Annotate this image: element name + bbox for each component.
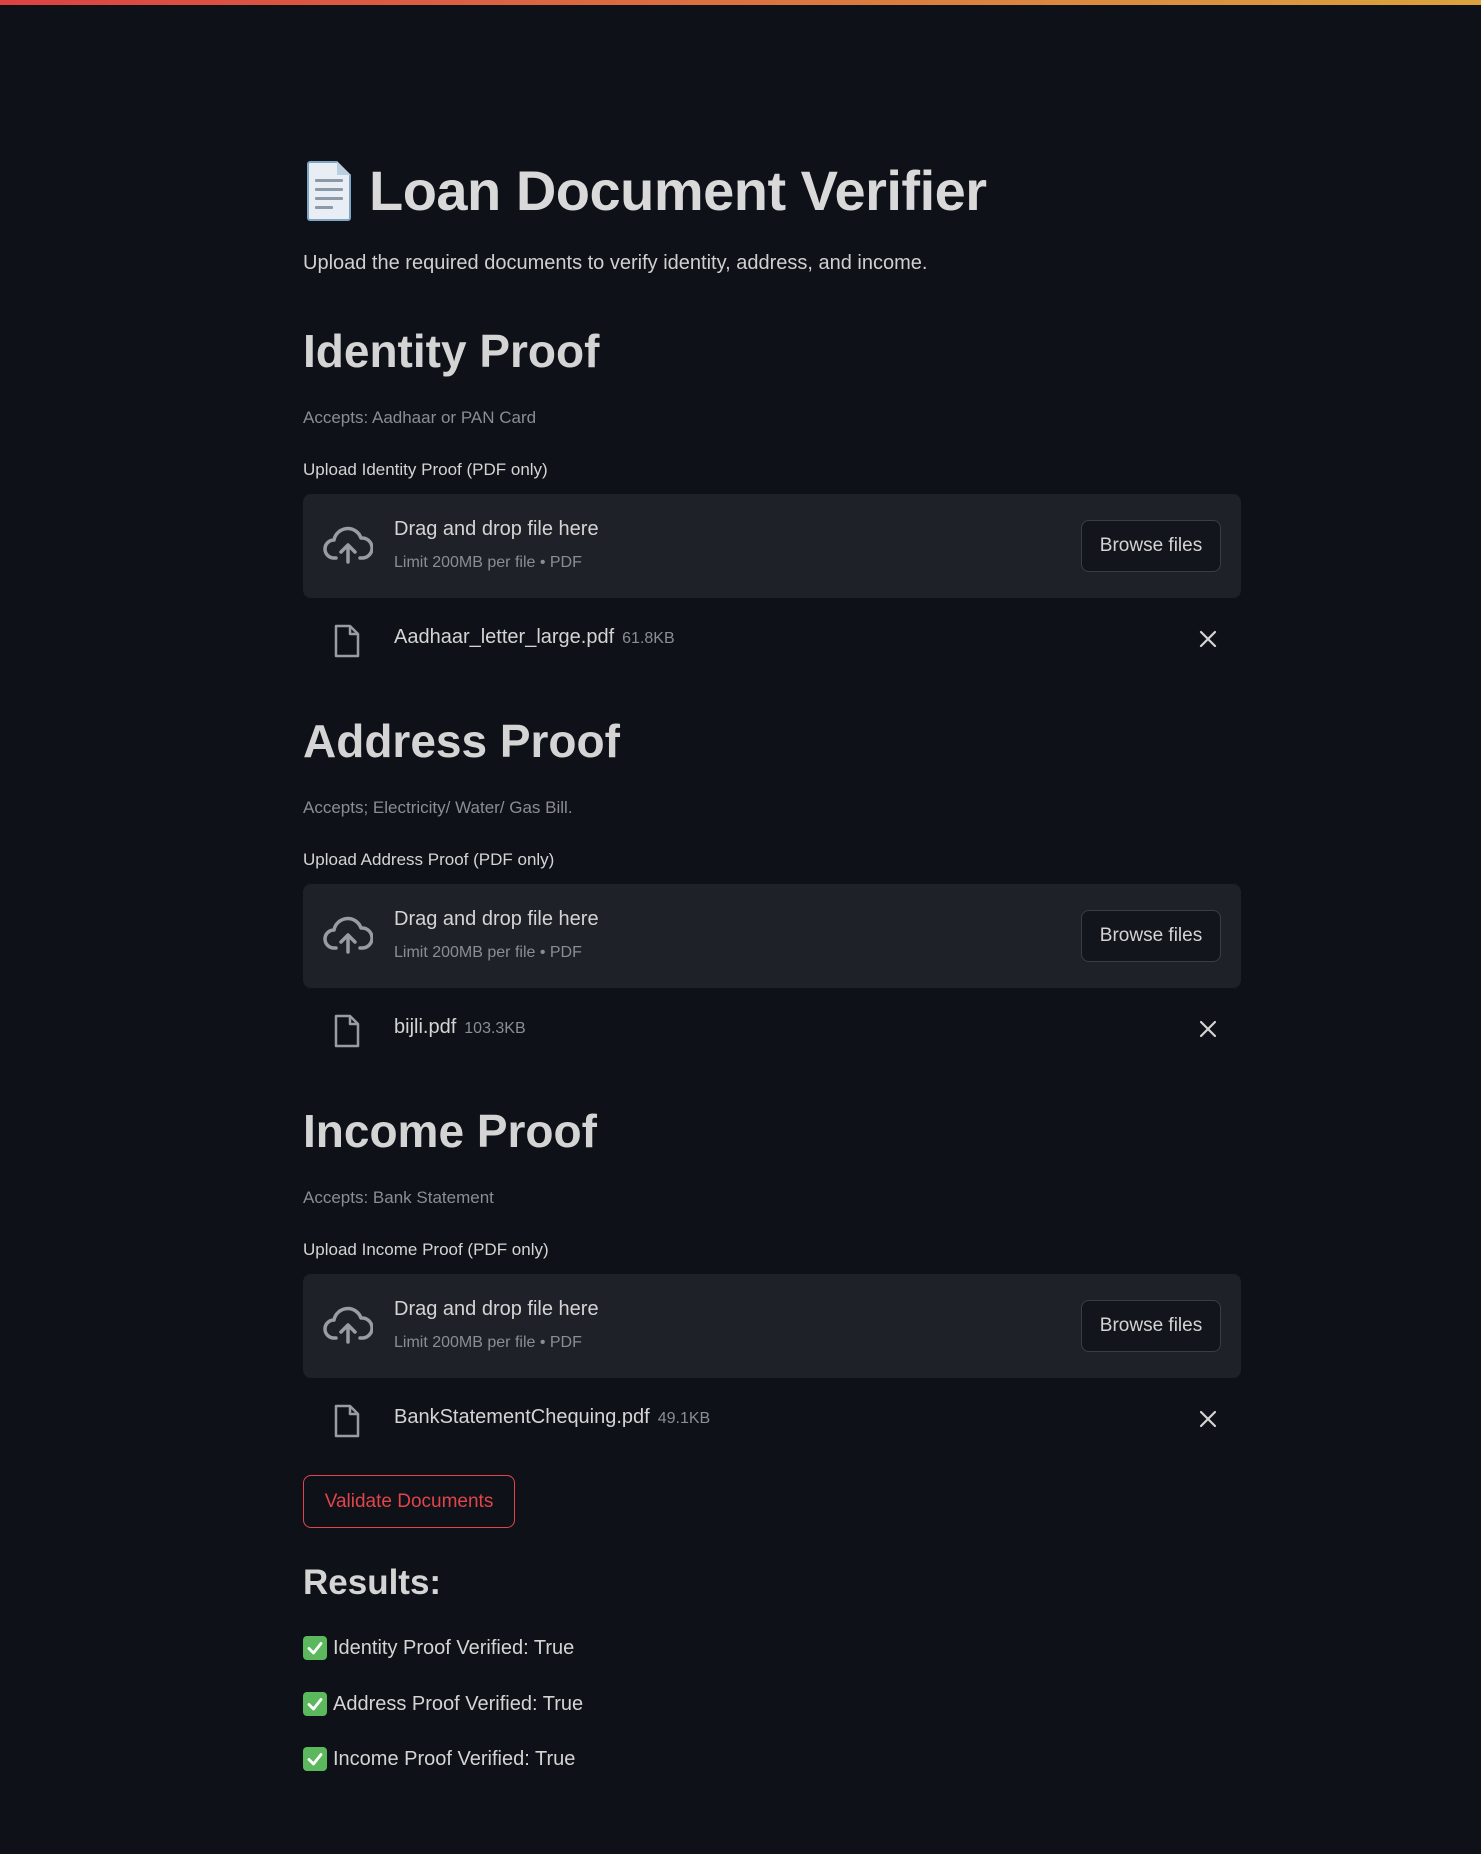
close-icon[interactable] xyxy=(1195,626,1221,652)
cloud-upload-icon xyxy=(323,1306,373,1344)
browse-files-button-income[interactable]: Browse files xyxy=(1081,1300,1221,1352)
section-accepts-income: Accepts: Bank Statement xyxy=(303,1188,494,1207)
file-name-text: Aadhaar_letter_large.pdf xyxy=(394,626,615,648)
file-name-text: BankStatementChequing.pdf xyxy=(394,1406,650,1428)
dropzone-address[interactable]: Drag and drop file here Limit 200MB per … xyxy=(303,884,1241,988)
browse-files-button-address[interactable]: Browse files xyxy=(1081,910,1221,962)
section-heading-address: Address Proof xyxy=(303,715,620,767)
document-icon xyxy=(303,159,355,223)
cloud-upload-icon xyxy=(323,526,373,564)
file-name-text: bijli.pdf xyxy=(394,1016,457,1038)
validate-documents-button[interactable]: Validate Documents xyxy=(303,1475,515,1528)
file-name: Aadhaar_letter_large.pdf 61.8KB xyxy=(394,626,675,649)
result-text: Income Proof Verified: True xyxy=(333,1747,576,1770)
file-size: 61.8KB xyxy=(622,630,675,647)
drop-limit: Limit 200MB per file • PDF xyxy=(394,944,582,961)
section-accepts-identity: Accepts: Aadhaar or PAN Card xyxy=(303,408,537,427)
uploaded-file-address: bijli.pdf 103.3KB xyxy=(303,1004,1241,1054)
upload-label-income: Upload Income Proof (PDF only) xyxy=(303,1240,549,1259)
result-address: Address Proof Verified: True xyxy=(303,1692,583,1716)
check-mark-icon xyxy=(303,1747,327,1771)
uploaded-file-income: BankStatementChequing.pdf 49.1KB xyxy=(303,1394,1241,1444)
result-text: Address Proof Verified: True xyxy=(333,1692,584,1715)
section-heading-income: Income Proof xyxy=(303,1105,597,1157)
browse-files-button-identity[interactable]: Browse files xyxy=(1081,520,1221,572)
result-income: Income Proof Verified: True xyxy=(303,1747,575,1771)
close-icon[interactable] xyxy=(1195,1406,1221,1432)
cloud-upload-icon xyxy=(323,916,373,954)
file-name: BankStatementChequing.pdf 49.1KB xyxy=(394,1406,710,1429)
close-icon[interactable] xyxy=(1195,1016,1221,1042)
dropzone-identity[interactable]: Drag and drop file here Limit 200MB per … xyxy=(303,494,1241,598)
drop-limit: Limit 200MB per file • PDF xyxy=(394,1334,582,1351)
uploaded-file-identity: Aadhaar_letter_large.pdf 61.8KB xyxy=(303,614,1241,664)
check-mark-icon xyxy=(303,1636,327,1660)
section-heading-identity: Identity Proof xyxy=(303,325,600,377)
upload-label-address: Upload Address Proof (PDF only) xyxy=(303,850,555,869)
results-heading: Results: xyxy=(303,1563,442,1602)
page-title-text: Loan Document Verifier xyxy=(369,159,987,222)
page-subtitle: Upload the required documents to verify … xyxy=(303,252,928,274)
file-icon xyxy=(334,1404,360,1438)
file-icon xyxy=(334,624,360,658)
drop-title: Drag and drop file here xyxy=(394,1298,599,1320)
file-size: 103.3KB xyxy=(464,1020,526,1037)
upload-label-identity: Upload Identity Proof (PDF only) xyxy=(303,460,548,479)
file-icon xyxy=(334,1014,360,1048)
dropzone-income[interactable]: Drag and drop file here Limit 200MB per … xyxy=(303,1274,1241,1378)
section-accepts-address: Accepts; Electricity/ Water/ Gas Bill. xyxy=(303,798,573,817)
drop-limit: Limit 200MB per file • PDF xyxy=(394,554,582,571)
file-name: bijli.pdf 103.3KB xyxy=(394,1016,526,1039)
drop-title: Drag and drop file here xyxy=(394,518,599,540)
result-identity: Identity Proof Verified: True xyxy=(303,1636,574,1660)
file-size: 49.1KB xyxy=(657,1410,711,1427)
result-text: Identity Proof Verified: True xyxy=(333,1636,575,1659)
page-title: Loan Document Verifier xyxy=(303,158,987,223)
check-mark-icon xyxy=(303,1692,327,1716)
top-decoration-bar xyxy=(0,0,1481,5)
drop-title: Drag and drop file here xyxy=(394,908,599,930)
